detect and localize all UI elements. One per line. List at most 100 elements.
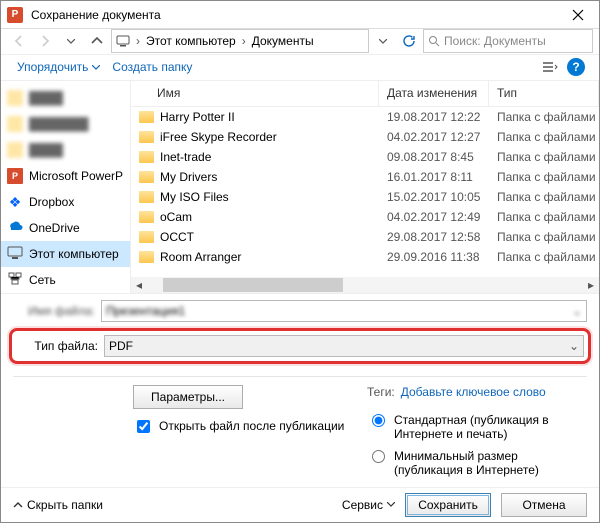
- file-row[interactable]: My Drivers 16.01.2017 8:11Папка с файлами: [131, 167, 599, 187]
- file-name: Inet-trade: [160, 150, 211, 164]
- checkbox-input[interactable]: [137, 420, 150, 433]
- close-icon: [572, 9, 584, 21]
- file-name: Room Arranger: [160, 250, 241, 264]
- file-name: oCam: [160, 210, 192, 224]
- sidebar-item-dropbox[interactable]: ❖Dropbox: [1, 189, 130, 215]
- h-scrollbar[interactable]: ◂ ▸: [131, 277, 599, 293]
- folder-icon: [139, 251, 154, 263]
- sidebar-item-this-pc[interactable]: Этот компьютер: [1, 241, 130, 267]
- radio-standard[interactable]: Стандартная (публикация в Интернете и пе…: [367, 413, 587, 441]
- view-options-button[interactable]: [537, 55, 563, 79]
- file-name: iFree Skype Recorder: [160, 130, 277, 144]
- folder-icon: [7, 90, 23, 106]
- file-row[interactable]: oCam 04.02.2017 12:49Папка с файлами: [131, 207, 599, 227]
- filename-input[interactable]: Презентация1⌄: [101, 300, 587, 322]
- file-type: Папка с файлами: [489, 190, 599, 204]
- chevron-down-icon: [379, 39, 387, 44]
- file-date: 04.02.2017 12:49: [379, 210, 489, 224]
- sidebar-item-onedrive[interactable]: OneDrive: [1, 215, 130, 241]
- file-type: Папка с файлами: [489, 170, 599, 184]
- chevron-right-icon: ›: [134, 34, 142, 48]
- chevron-up-icon: [13, 500, 23, 510]
- column-name[interactable]: Имя: [131, 81, 379, 106]
- folder-icon: [7, 142, 23, 158]
- explorer-panel: ████ ███████ ████ PMicrosoft PowerP ❖Dro…: [1, 81, 599, 294]
- save-button[interactable]: Сохранить: [405, 493, 491, 517]
- tags-input[interactable]: Добавьте ключевое слово: [401, 385, 546, 399]
- tags-row: Теги: Добавьте ключевое слово: [367, 385, 587, 399]
- chevron-down-icon[interactable]: ⌄: [569, 339, 579, 353]
- file-row[interactable]: iFree Skype Recorder 04.02.2017 12:27Папк…: [131, 127, 599, 147]
- radio-input[interactable]: [372, 414, 385, 427]
- folder-icon: [7, 116, 23, 132]
- file-type: Папка с файлами: [489, 210, 599, 224]
- search-input[interactable]: Поиск: Документы: [423, 29, 593, 53]
- breadcrumb-segment[interactable]: Этот компьютер: [142, 30, 240, 52]
- folder-icon: [139, 111, 154, 123]
- filetype-dropdown[interactable]: PDF ⌄: [104, 335, 584, 357]
- file-name: My ISO Files: [160, 190, 229, 204]
- chevron-down-icon[interactable]: ⌄: [572, 304, 582, 318]
- new-folder-button[interactable]: Создать папку: [106, 56, 198, 78]
- sidebar-item-label: OneDrive: [29, 221, 80, 235]
- close-button[interactable]: [557, 1, 599, 29]
- scroll-left-icon[interactable]: ◂: [131, 277, 147, 293]
- sidebar-item-label: Microsoft PowerP: [29, 169, 123, 183]
- view-icon: [542, 61, 558, 73]
- collapse-folders-button[interactable]: Скрыть папки: [13, 498, 103, 512]
- scroll-right-icon[interactable]: ▸: [583, 277, 599, 293]
- sidebar-item-hidden[interactable]: ███████: [1, 111, 130, 137]
- radio-input[interactable]: [372, 450, 385, 463]
- nav-up-button[interactable]: [85, 29, 109, 53]
- file-row[interactable]: Room Arranger29.09.2016 11:38Папка с фай…: [131, 247, 599, 267]
- breadcrumb-dropdown[interactable]: [371, 29, 395, 53]
- file-type: Папка с файлами: [489, 130, 599, 144]
- file-name: OCCT: [160, 230, 194, 244]
- file-date: 04.02.2017 12:27: [379, 130, 489, 144]
- filetype-highlight: Тип файла: PDF⌄: [9, 328, 591, 364]
- recent-locations-button[interactable]: [59, 29, 83, 53]
- sidebar-item-label: Сеть: [29, 273, 56, 287]
- sidebar-item-hidden[interactable]: ████: [1, 137, 130, 163]
- nav-forward-button[interactable]: [33, 29, 57, 53]
- help-button[interactable]: ?: [563, 55, 589, 79]
- breadcrumb-bar[interactable]: › Этот компьютер › Документы: [111, 29, 369, 53]
- column-date[interactable]: Дата изменения: [379, 81, 489, 106]
- file-row[interactable]: Harry Potter II19.08.2017 12:22Папка с ф…: [131, 107, 599, 127]
- chevron-down-icon: [92, 65, 100, 70]
- filetype-value: PDF: [109, 339, 133, 353]
- breadcrumb-segment[interactable]: Документы: [248, 30, 318, 52]
- search-placeholder: Поиск: Документы: [444, 34, 546, 48]
- footer: Скрыть папки Сервис Сохранить Отмена: [1, 487, 599, 522]
- sidebar-item-powerpoint[interactable]: PMicrosoft PowerP: [1, 163, 130, 189]
- column-type[interactable]: Тип: [489, 81, 599, 106]
- radio-minimal[interactable]: Минимальный размер (публикация в Интерне…: [367, 449, 587, 477]
- folder-icon: [139, 191, 154, 203]
- cancel-button[interactable]: Отмена: [501, 493, 587, 517]
- file-row[interactable]: Inet-trade09.08.2017 8:45Папка с файлами: [131, 147, 599, 167]
- pc-icon: [116, 34, 130, 48]
- sidebar-item-label: Этот компьютер: [29, 247, 119, 261]
- service-menu[interactable]: Сервис: [342, 498, 395, 512]
- organize-menu[interactable]: Упорядочить: [11, 56, 106, 78]
- help-icon: ?: [567, 58, 585, 76]
- file-row[interactable]: OCCT29.08.2017 12:58Папка с файлами: [131, 227, 599, 247]
- nav-back-button[interactable]: [7, 29, 31, 53]
- parameters-button[interactable]: Параметры...: [133, 385, 243, 409]
- filename-row: Имя файла: Презентация1⌄: [13, 300, 587, 322]
- sidebar-item-network[interactable]: Сеть: [1, 267, 130, 293]
- open-after-checkbox[interactable]: Открыть файл после публикации: [133, 419, 367, 436]
- folder-icon: [139, 231, 154, 243]
- sidebar-item-hidden[interactable]: ████: [1, 85, 130, 111]
- filename-label: Имя файла:: [13, 304, 101, 318]
- file-date: 29.09.2016 11:38: [379, 250, 489, 264]
- app-icon-powerpoint: P: [7, 7, 23, 23]
- file-list[interactable]: Harry Potter II19.08.2017 12:22Папка с ф…: [131, 107, 599, 277]
- file-row[interactable]: My ISO Files15.02.2017 10:05Папка с файл…: [131, 187, 599, 207]
- sidebar-item-label: Dropbox: [29, 195, 74, 209]
- file-name: My Drivers: [160, 170, 217, 184]
- file-date: 16.01.2017 8:11: [379, 170, 489, 184]
- refresh-button[interactable]: [397, 29, 421, 53]
- scroll-thumb[interactable]: [163, 278, 343, 292]
- search-icon: [428, 35, 440, 47]
